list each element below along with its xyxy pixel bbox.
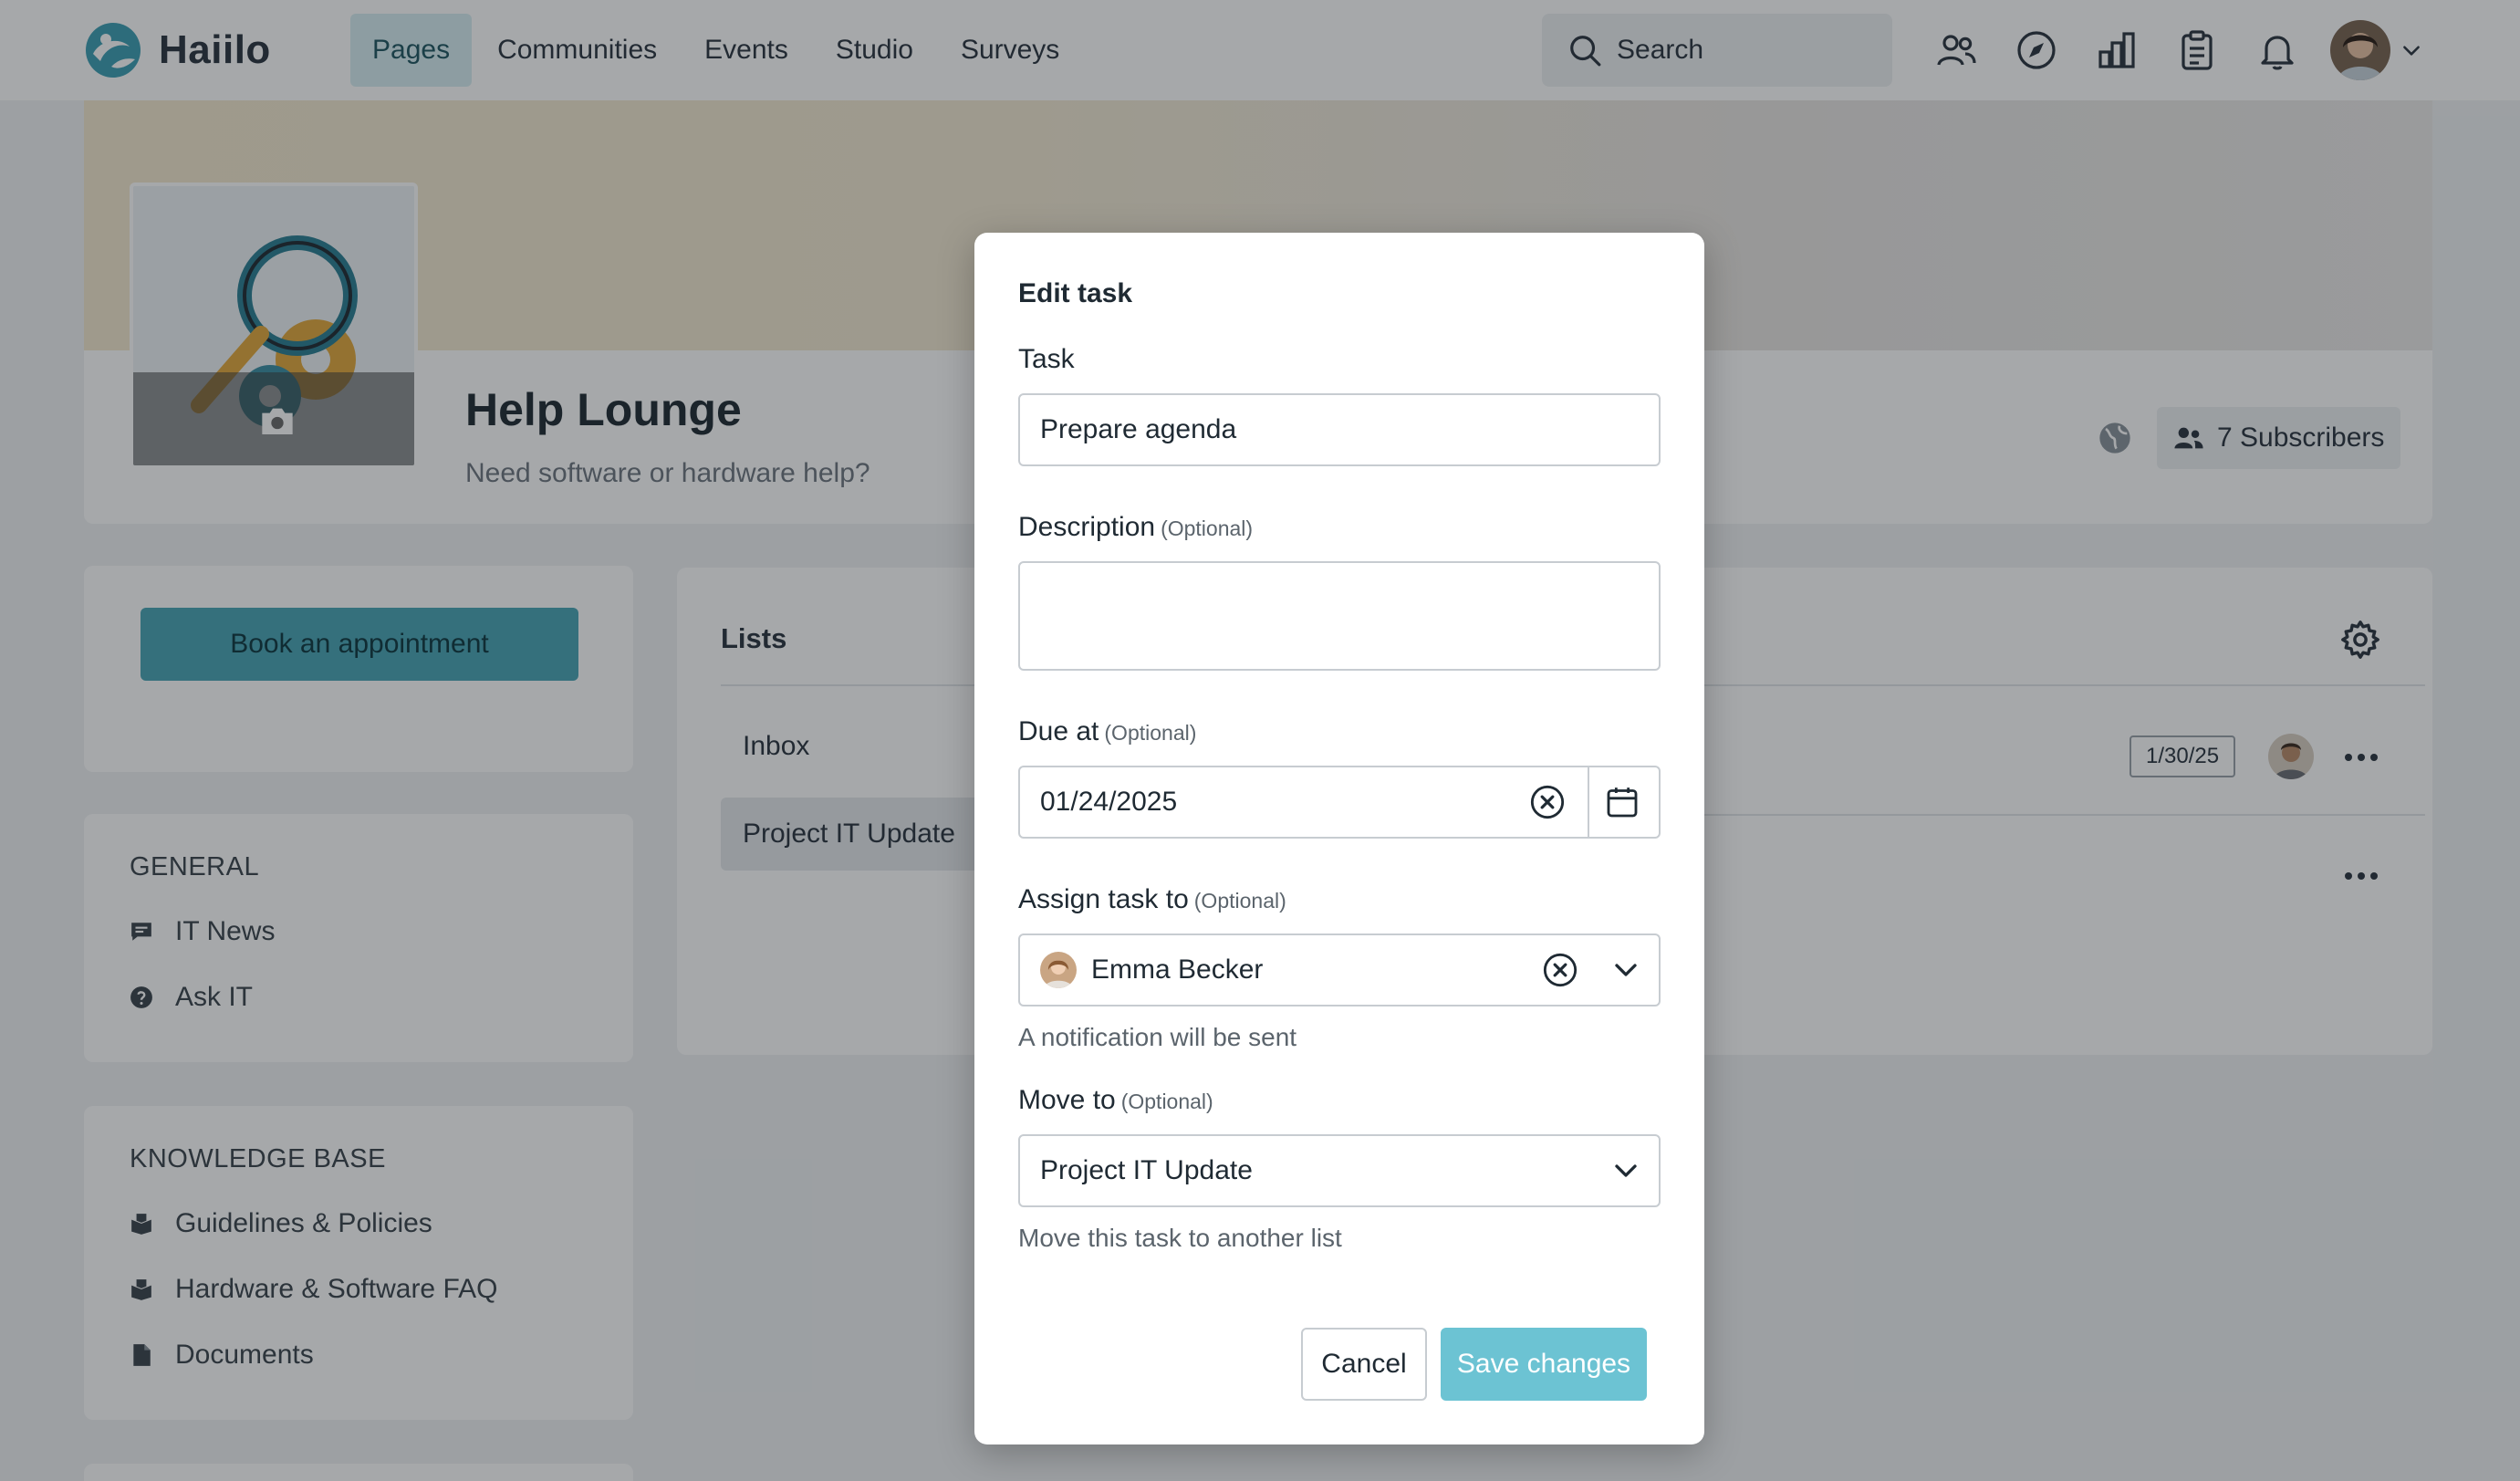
due-at-label-text: Due at — [1018, 716, 1099, 746]
optional-tag: (Optional) — [1193, 889, 1286, 913]
edit-task-dialog: Edit task Task Prepare agenda Descriptio… — [974, 233, 1704, 1444]
task-label: Task — [1018, 344, 1075, 374]
due-date-input[interactable]: 01/24/2025 — [1018, 766, 1661, 839]
move-to-label-text: Move to — [1018, 1085, 1116, 1115]
clear-icon[interactable] — [1542, 952, 1578, 988]
move-to-hint: Move this task to another list — [1018, 1224, 1342, 1252]
task-input-value: Prepare agenda — [1040, 414, 1237, 444]
assignee-value: Emma Becker — [1091, 954, 1264, 985]
chevron-down-icon[interactable] — [1608, 952, 1644, 988]
divider — [1588, 767, 1589, 837]
avatar — [1040, 952, 1077, 988]
move-to-value: Project IT Update — [1040, 1155, 1253, 1185]
assign-hint: A notification will be sent — [1018, 1023, 1297, 1051]
assignee-select[interactable]: Emma Becker — [1018, 933, 1661, 1006]
calendar-icon[interactable] — [1604, 784, 1640, 820]
clear-icon[interactable] — [1529, 784, 1566, 820]
cancel-button[interactable]: Cancel — [1301, 1328, 1427, 1401]
due-date-value: 01/24/2025 — [1040, 787, 1178, 817]
description-label: Description (Optional) — [1018, 512, 1253, 543]
description-label-text: Description — [1018, 512, 1156, 542]
optional-tag: (Optional) — [1104, 721, 1197, 745]
task-input[interactable]: Prepare agenda — [1018, 393, 1661, 466]
chevron-down-icon[interactable] — [1608, 1152, 1644, 1189]
optional-tag: (Optional) — [1120, 1090, 1213, 1113]
optional-tag: (Optional) — [1161, 516, 1254, 540]
due-at-label: Due at (Optional) — [1018, 716, 1196, 747]
move-to-select[interactable]: Project IT Update — [1018, 1134, 1661, 1207]
assign-label: Assign task to (Optional) — [1018, 884, 1286, 915]
dialog-title: Edit task — [1018, 278, 1133, 308]
emma-avatar-image — [1040, 952, 1077, 988]
description-textarea[interactable] — [1018, 561, 1661, 671]
save-changes-button[interactable]: Save changes — [1441, 1328, 1647, 1401]
assign-label-text: Assign task to — [1018, 884, 1189, 914]
move-to-label: Move to (Optional) — [1018, 1085, 1213, 1116]
